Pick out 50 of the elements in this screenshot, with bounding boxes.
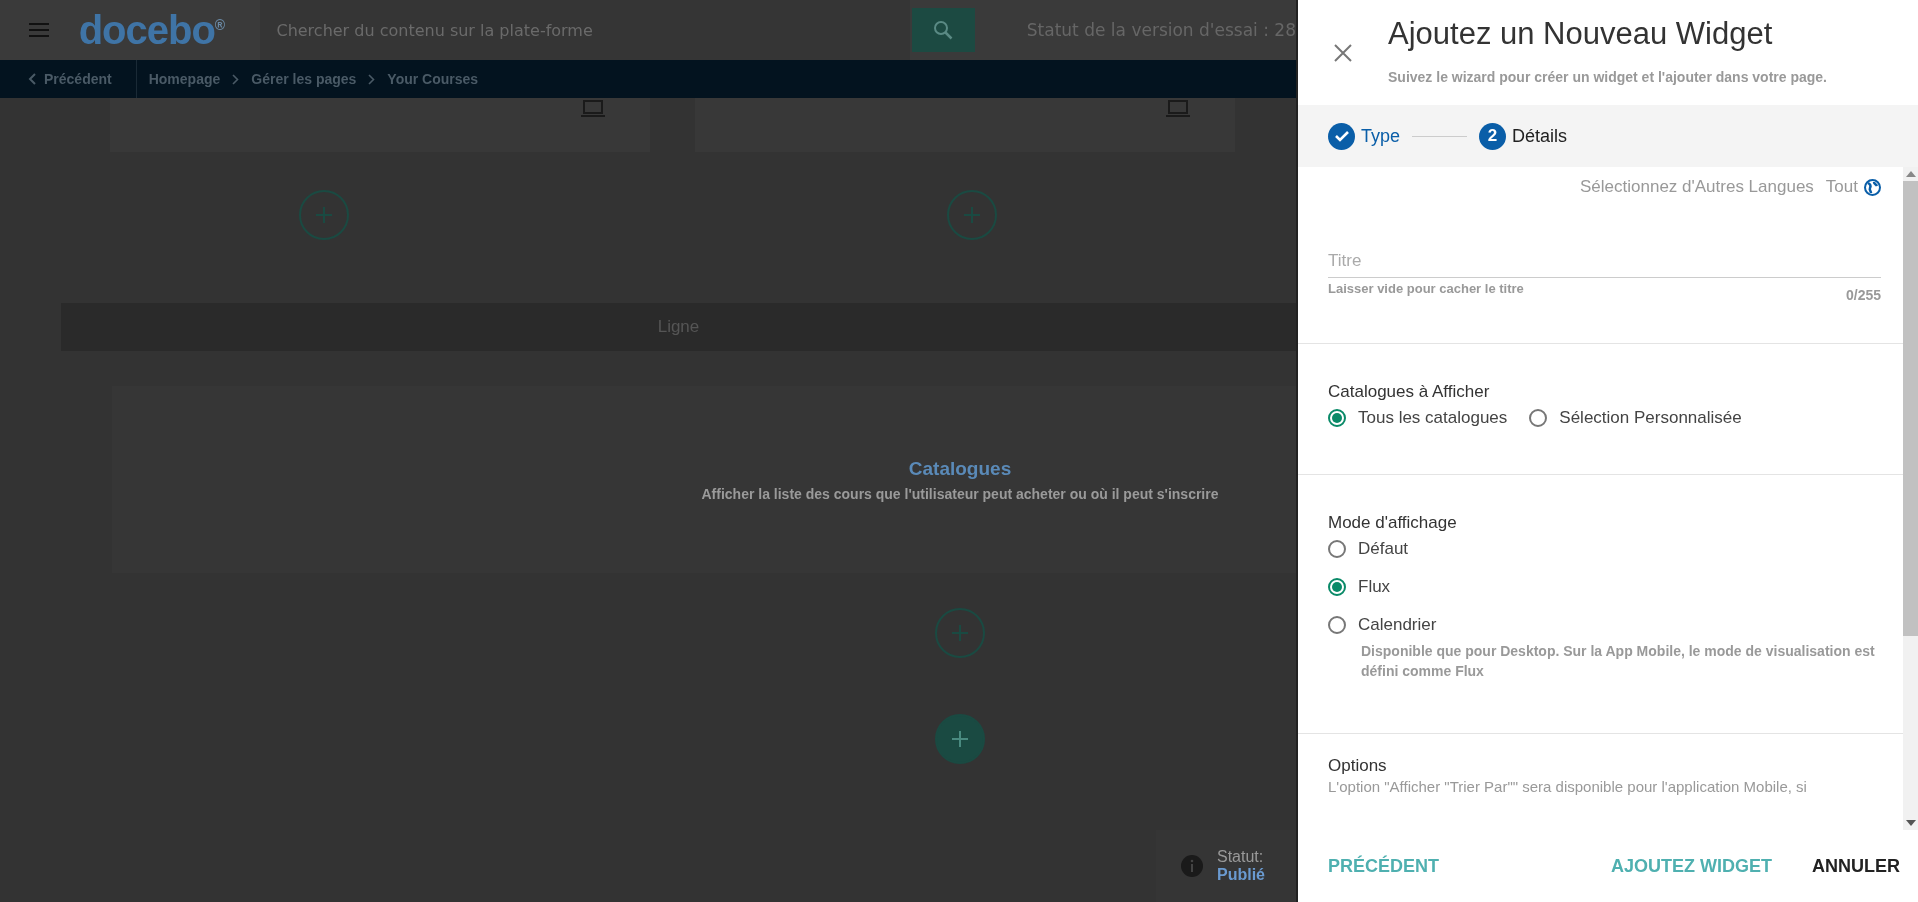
radio-option[interactable]: Calendrier bbox=[1328, 615, 1437, 635]
breadcrumb-link[interactable]: Gérer les pages bbox=[239, 71, 369, 87]
option-note: Disponible que pour Desktop. Sur la App Mobile, le mode de visualisation est défini comme Flux bbox=[1361, 642, 1876, 681]
check-icon bbox=[1328, 122, 1355, 150]
cancel-button[interactable]: ANNULER bbox=[1812, 855, 1900, 877]
scroll-up-icon[interactable] bbox=[1906, 171, 1916, 177]
scrollbar[interactable] bbox=[1903, 167, 1918, 830]
chevron-left-icon bbox=[28, 73, 36, 85]
field-hint: Laisser vide pour cacher le titre bbox=[1328, 281, 1524, 298]
scroll-down-icon[interactable] bbox=[1906, 820, 1916, 826]
radio-option[interactable]: Défaut bbox=[1328, 539, 1409, 559]
section-text: L'option "Afficher "Trier Par"" sera disponible pour l'application Mobile, si bbox=[1328, 778, 1808, 795]
logo: docebo$^{®}$ bbox=[78, 7, 226, 53]
add-widget-button[interactable]: AJOUTEZ WIDGET bbox=[1611, 855, 1772, 877]
info-icon bbox=[1181, 855, 1203, 877]
previous-button[interactable]: PRÉCÉDENT bbox=[1328, 855, 1439, 877]
languages-label: Sélectionnez d'Autres Langues bbox=[1580, 177, 1814, 197]
section-heading: Catalogues à Afficher bbox=[1328, 382, 1491, 402]
menu-icon bbox=[29, 23, 50, 37]
radio-option[interactable]: Sélection Personnalisée bbox=[1529, 408, 1742, 428]
plus-icon bbox=[314, 205, 334, 225]
laptop-icon bbox=[581, 100, 605, 118]
chevron-icon bbox=[232, 73, 240, 85]
breadcrumb-link[interactable]: Homepage bbox=[136, 71, 233, 87]
chevron-icon bbox=[368, 73, 376, 85]
search-icon bbox=[933, 20, 954, 40]
panel-subtitle: Suivez le wizard pour créer un widget et l'ajouter dans votre page. bbox=[1388, 69, 1827, 85]
status-label: Statut: bbox=[1217, 848, 1265, 866]
radio-option[interactable]: Flux bbox=[1328, 577, 1391, 597]
step-number: 2 bbox=[1479, 122, 1507, 150]
panel-title: Ajoutez un Nouveau Widget bbox=[1388, 16, 1774, 52]
status-value: Publié bbox=[1217, 866, 1265, 884]
section-heading: Mode d'affichage bbox=[1328, 513, 1458, 533]
widget-description: Afficher la liste des cours que l'utilisateur peut acheter ou où il peut s'inscrire bbox=[701, 485, 1219, 502]
radio-option[interactable]: Tous les catalogues bbox=[1328, 408, 1508, 428]
step-label: Détails bbox=[1512, 125, 1568, 147]
plus-icon bbox=[950, 729, 970, 749]
search-button[interactable] bbox=[911, 8, 975, 52]
widget-title: Catalogues bbox=[908, 457, 1012, 480]
add-button[interactable] bbox=[935, 714, 985, 764]
step-label: Type bbox=[1361, 125, 1401, 147]
plus-icon bbox=[950, 623, 970, 643]
breadcrumb-link[interactable]: Your Courses bbox=[375, 71, 491, 87]
languages-link[interactable]: Tout bbox=[1825, 177, 1881, 197]
plus-icon bbox=[962, 205, 982, 225]
close-icon bbox=[1334, 43, 1352, 62]
globe-icon bbox=[1864, 178, 1881, 196]
char-counter: 0/255 bbox=[1845, 287, 1881, 303]
section-heading: Options bbox=[1328, 756, 1388, 776]
laptop-icon bbox=[1166, 100, 1190, 118]
